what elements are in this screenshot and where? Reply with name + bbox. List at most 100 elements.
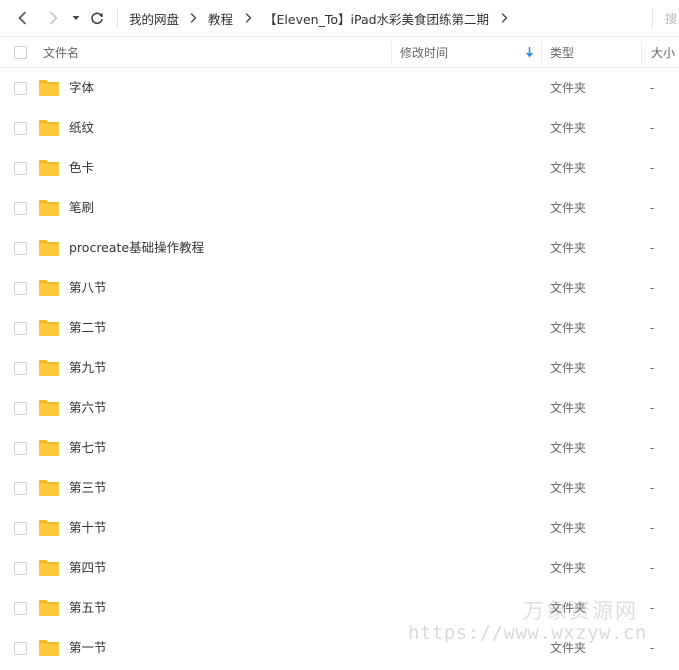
column-divider[interactable] [391,41,392,65]
column-header-modified[interactable]: 修改时间 [400,37,448,67]
breadcrumb: 我的网盘 教程 【Eleven_To】iPad水彩美食团练第二期 [129,0,520,36]
file-size: - [650,561,655,575]
file-name[interactable]: 第二节 [69,308,107,348]
file-row[interactable]: 色卡 文件夹 - [0,148,679,188]
row-checkbox[interactable] [14,642,27,655]
file-type: 文件夹 [550,121,587,135]
folder-icon [39,160,59,176]
folder-icon [39,240,59,256]
file-type: 文件夹 [550,201,587,215]
file-name[interactable]: 笔刷 [69,188,94,228]
folder-icon [39,200,59,216]
breadcrumb-item-current-folder[interactable]: 【Eleven_To】iPad水彩美食团练第二期 [264,9,489,28]
file-name[interactable]: 第七节 [69,428,107,468]
file-name[interactable]: 色卡 [69,148,94,188]
folder-icon [39,600,59,616]
toolbar-divider [117,8,118,28]
file-row[interactable]: 第三节 文件夹 - [0,468,679,508]
arrow-down-icon[interactable] [525,46,534,58]
row-checkbox[interactable] [14,242,27,255]
row-checkbox[interactable] [14,442,27,455]
file-name[interactable]: 第十节 [69,508,107,548]
file-name[interactable]: 第五节 [69,588,107,628]
file-row[interactable]: 第九节 文件夹 - [0,348,679,388]
folder-icon [39,360,59,376]
file-list: 字体 文件夹 - 纸纹 文件夹 - 色卡 文件夹 - 笔刷 文件夹 - proc… [0,68,679,668]
file-size: - [650,361,655,375]
file-row[interactable]: 笔刷 文件夹 - [0,188,679,228]
file-size: - [650,641,655,655]
file-row[interactable]: 纸纹 文件夹 - [0,108,679,148]
file-size: - [650,321,655,335]
row-checkbox[interactable] [14,362,27,375]
checkbox[interactable] [14,45,27,59]
file-row[interactable]: 第五节 文件夹 - [0,588,679,628]
file-type: 文件夹 [550,441,587,455]
file-name[interactable]: 第六节 [69,388,107,428]
row-checkbox[interactable] [14,482,27,495]
search-input[interactable]: 搜 [665,0,679,36]
breadcrumb-item-my-drive[interactable]: 我的网盘 [129,9,179,28]
file-row[interactable]: 第八节 文件夹 - [0,268,679,308]
forward-button[interactable] [42,6,64,30]
row-checkbox[interactable] [14,282,27,295]
folder-icon [39,560,59,576]
folder-icon [39,400,59,416]
file-size: - [650,281,655,295]
file-name[interactable]: 纸纹 [69,108,94,148]
column-divider[interactable] [641,41,642,65]
file-row[interactable]: 第二节 文件夹 - [0,308,679,348]
file-type: 文件夹 [550,361,587,375]
file-size: - [650,521,655,535]
column-header-type[interactable]: 类型 [550,37,574,67]
file-row[interactable]: 第七节 文件夹 - [0,428,679,468]
row-checkbox[interactable] [14,602,27,615]
chevron-right-icon[interactable] [489,11,520,25]
file-name[interactable]: 第一节 [69,628,107,668]
breadcrumb-item-tutorials[interactable]: 教程 [208,9,233,28]
file-type: 文件夹 [550,401,587,415]
file-type: 文件夹 [550,561,587,575]
row-checkbox[interactable] [14,122,27,135]
folder-icon [39,480,59,496]
refresh-icon [91,12,103,25]
file-row[interactable]: 第四节 文件夹 - [0,548,679,588]
file-type: 文件夹 [550,601,587,615]
back-button[interactable] [12,6,34,30]
file-row[interactable]: 第一节 文件夹 - [0,628,679,668]
history-dropdown-button[interactable] [67,6,85,30]
row-checkbox[interactable] [14,522,27,535]
row-checkbox[interactable] [14,202,27,215]
file-row[interactable]: 第六节 文件夹 - [0,388,679,428]
file-type: 文件夹 [550,281,587,295]
column-header-name[interactable]: 文件名 [43,37,79,67]
chevron-left-icon [18,11,26,25]
select-all-checkbox[interactable] [14,37,27,67]
file-name[interactable]: 第九节 [69,348,107,388]
file-size: - [650,401,655,415]
file-size: - [650,241,655,255]
file-name[interactable]: 第三节 [69,468,107,508]
row-checkbox[interactable] [14,562,27,575]
row-checkbox[interactable] [14,322,27,335]
refresh-button[interactable] [86,6,108,30]
file-row[interactable]: procreate基础操作教程 文件夹 - [0,228,679,268]
file-size: - [650,81,655,95]
column-divider[interactable] [541,41,542,65]
row-checkbox[interactable] [14,162,27,175]
row-checkbox[interactable] [14,82,27,95]
folder-icon [39,320,59,336]
file-name[interactable]: 第八节 [69,268,107,308]
column-header-size[interactable]: 大小 [651,37,675,67]
file-name[interactable]: 第四节 [69,548,107,588]
file-size: - [650,601,655,615]
file-name[interactable]: 字体 [69,68,94,108]
file-row[interactable]: 字体 文件夹 - [0,68,679,108]
file-type: 文件夹 [550,241,587,255]
row-checkbox[interactable] [14,402,27,415]
file-name[interactable]: procreate基础操作教程 [69,228,204,268]
file-type: 文件夹 [550,521,587,535]
file-row[interactable]: 第十节 文件夹 - [0,508,679,548]
chevron-right-icon [179,11,208,25]
search-placeholder: 搜 [665,11,678,26]
